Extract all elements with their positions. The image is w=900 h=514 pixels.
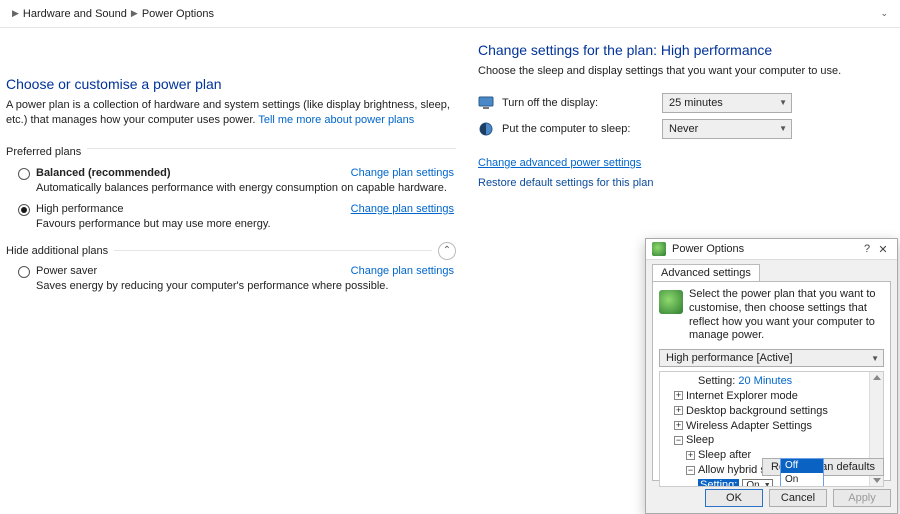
radio-balanced[interactable]	[18, 168, 30, 180]
sleep-label: Put the computer to sleep:	[502, 123, 662, 135]
hybrid-setting-select[interactable]: On ▼	[742, 479, 772, 487]
power-icon	[652, 242, 666, 256]
dialog-titlebar[interactable]: Power Options ? ✕	[646, 239, 897, 260]
change-plan-balanced[interactable]: Change plan settings	[351, 167, 454, 179]
close-icon[interactable]: ✕	[875, 243, 891, 256]
sleep-select[interactable]: Never ▼	[662, 119, 792, 139]
plan-desc: Automatically balances performance with …	[36, 182, 456, 194]
breadcrumb-dropdown-icon[interactable]: ⌄	[876, 6, 892, 21]
battery-icon	[659, 290, 683, 314]
apply-button[interactable]: Apply	[833, 489, 891, 507]
breadcrumb[interactable]: ▶ Hardware and Sound ▶ Power Options ⌄	[0, 0, 900, 28]
tab-advanced-settings[interactable]: Advanced settings	[652, 264, 760, 281]
plan-desc: Saves energy by reducing your computer's…	[36, 280, 456, 292]
collapse-icon[interactable]: ⌃	[438, 242, 456, 260]
divider	[114, 250, 432, 251]
tree-wireless[interactable]: +Wireless Adapter Settings	[674, 419, 881, 434]
breadcrumb-level2[interactable]: Power Options	[142, 8, 214, 20]
tell-me-link[interactable]: Tell me more about power plans	[258, 114, 414, 126]
radio-power-saver[interactable]	[18, 266, 30, 278]
chevron-right-icon: ▶	[131, 8, 138, 19]
radio-high-performance[interactable]	[18, 204, 30, 216]
restore-defaults-link[interactable]: Restore default settings for this plan	[478, 177, 653, 189]
turn-off-display-select[interactable]: 25 minutes ▼	[662, 93, 792, 113]
display-icon	[478, 95, 494, 111]
help-icon[interactable]: ?	[859, 243, 875, 255]
plan-balanced[interactable]: Balanced (recommended) Change plan setti…	[6, 166, 456, 194]
plan-power-saver[interactable]: Power saver Change plan settings Saves e…	[6, 264, 456, 292]
change-advanced-link[interactable]: Change advanced power settings	[478, 157, 641, 169]
advanced-power-options-dialog: Power Options ? ✕ Advanced settings Sele…	[645, 238, 898, 514]
plan-name: Power saver	[36, 265, 97, 277]
dialog-body: Select the power plan that you want to c…	[652, 281, 891, 481]
chevron-down-icon: ▼	[764, 481, 771, 487]
chevron-down-icon: ▼	[779, 98, 787, 107]
tree-ie[interactable]: +Internet Explorer mode	[674, 389, 881, 404]
chevron-down-icon: ▼	[871, 354, 879, 363]
plan-name: Balanced (recommended)	[36, 167, 170, 179]
chevron-down-icon: ▼	[779, 124, 787, 133]
dialog-intro: Select the power plan that you want to c…	[689, 288, 884, 343]
choose-plan-pane: Choose or customise a power plan A power…	[0, 28, 470, 500]
dropdown-option-off[interactable]: Off	[781, 459, 823, 473]
edit-plan-sub: Choose the sleep and display settings th…	[478, 64, 892, 79]
sleep-icon	[478, 121, 494, 137]
edit-plan-heading: Change settings for the plan: High perfo…	[478, 42, 892, 58]
plan-desc: Favours performance but may use more ene…	[36, 218, 456, 230]
chevron-right-icon: ▶	[12, 8, 19, 19]
turn-off-display-label: Turn off the display:	[502, 97, 662, 109]
tree-setting-line: Setting: 20 Minutes	[698, 374, 881, 389]
change-plan-power-saver[interactable]: Change plan settings	[351, 265, 454, 277]
breadcrumb-level1[interactable]: Hardware and Sound	[23, 8, 127, 20]
plan-description: A power plan is a collection of hardware…	[6, 98, 456, 128]
change-plan-high-performance[interactable]: Change plan settings	[351, 203, 454, 215]
tree-desktop-bg[interactable]: +Desktop background settings	[674, 404, 881, 419]
divider	[87, 148, 456, 149]
preferred-plans-label: Preferred plans	[6, 146, 81, 158]
plan-high-performance[interactable]: High performance Change plan settings Fa…	[6, 202, 456, 230]
edit-plan-pane: Change settings for the plan: High perfo…	[470, 28, 900, 500]
ok-button[interactable]: OK	[705, 489, 763, 507]
active-plan-select[interactable]: High performance [Active] ▼	[659, 349, 884, 367]
plan-name: High performance	[36, 203, 123, 215]
tree-setting-value[interactable]: 20 Minutes	[738, 375, 792, 387]
hybrid-dropdown[interactable]: Off On	[780, 458, 824, 487]
hide-additional-label[interactable]: Hide additional plans	[6, 245, 108, 257]
tree-sleep[interactable]: −Sleep	[674, 433, 881, 448]
dialog-title: Power Options	[672, 243, 744, 255]
choose-plan-heading: Choose or customise a power plan	[6, 76, 456, 92]
dropdown-option-on[interactable]: On	[781, 473, 823, 487]
cancel-button[interactable]: Cancel	[769, 489, 827, 507]
